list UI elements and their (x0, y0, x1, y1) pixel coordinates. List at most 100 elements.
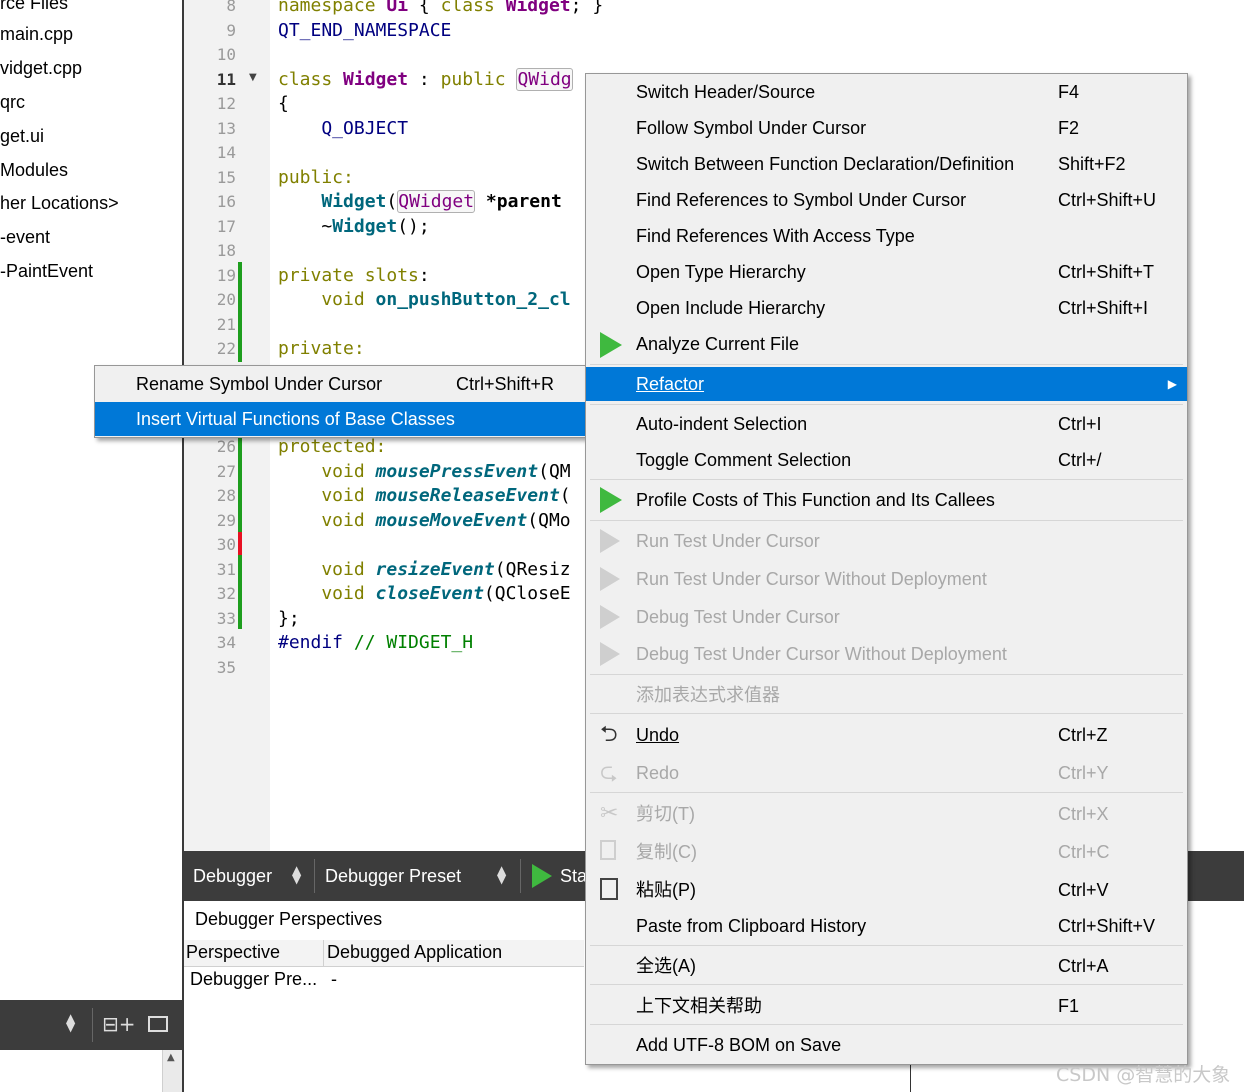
menu-item-copy[interactable]: 复制(C) Ctrl+C (586, 834, 1187, 870)
debugger-preset-select[interactable]: Debugger Preset (325, 851, 461, 901)
run-icon (600, 529, 620, 553)
menu-item-shortcut: Ctrl+Y (1058, 763, 1109, 783)
menu-item-toggle-comment[interactable]: Toggle Comment Selection Ctrl+/ (586, 442, 1187, 478)
line-number: 21 (216, 315, 236, 334)
line-number: 27 (216, 462, 236, 481)
column-header-perspective[interactable]: Perspective (186, 942, 280, 963)
token: Widget (343, 69, 409, 90)
updown-icon[interactable]: ▲ ▼ (66, 1012, 75, 1033)
token: : (408, 69, 441, 90)
close-pane-icon[interactable] (148, 1016, 168, 1032)
token: class (278, 69, 344, 90)
submenu-arrow-icon: ▶ (1167, 377, 1177, 391)
code-line: void on_pushButton_2_cl (278, 288, 570, 312)
menu-item-add-expression-evaluator[interactable]: 添加表达式求值器 (586, 677, 1187, 713)
menu-item-undo[interactable]: ⮌ Undo Ctrl+Z (586, 717, 1187, 753)
menu-item-follow-symbol[interactable]: Follow Symbol Under Cursor F2 (586, 110, 1187, 146)
menu-separator (590, 984, 1183, 985)
menu-item-paste[interactable]: 粘贴(P) Ctrl+V (586, 872, 1187, 908)
menu-item-label: Open Include Hierarchy (636, 298, 826, 318)
paste-icon (600, 878, 618, 900)
change-marker (238, 436, 242, 532)
tree-item-widget-ui[interactable]: get.ui (0, 121, 44, 151)
tree-item-modules[interactable]: Modules (0, 155, 68, 185)
tree-item-main-cpp[interactable]: main.cpp (0, 19, 73, 49)
menu-item-find-references[interactable]: Find References to Symbol Under Cursor Ct… (586, 182, 1187, 218)
start-debug-icon[interactable] (532, 864, 552, 888)
tree-item-paintevent[interactable]: -PaintEvent (0, 256, 93, 286)
scrollbar[interactable]: ▲ (162, 1050, 183, 1092)
menu-item-label: Auto-indent Selection (636, 414, 808, 434)
token: Widget (321, 191, 387, 212)
change-marker (238, 262, 242, 362)
menu-item-shortcut: Ctrl+V (1058, 880, 1109, 900)
token: class (440, 0, 506, 16)
token: // WIDGET_H (343, 632, 474, 653)
updown-icon[interactable]: ▲ ▼ (497, 864, 506, 885)
menu-item-debug-test-no-deploy[interactable]: Debug Test Under Cursor Without Deployme… (586, 636, 1187, 672)
table-row-perspective[interactable]: Debugger Pre... (190, 969, 317, 990)
menu-item-label: Switch Between Function Declaration/Defi… (636, 154, 1015, 174)
menu-item-shortcut: Ctrl+Shift+T (1058, 262, 1155, 282)
updown-icon[interactable]: ▲ ▼ (292, 864, 301, 885)
menu-item-run-test-no-deploy[interactable]: Run Test Under Cursor Without Deployment (586, 561, 1187, 597)
menu-item-profile-costs[interactable]: Profile Costs of This Function and Its C… (586, 481, 1187, 519)
token: (QResiz (494, 559, 571, 580)
menu-item-add-utf8-bom[interactable]: Add UTF-8 BOM on Save (586, 1027, 1187, 1063)
menu-item-rename-symbol[interactable]: Rename Symbol Under Cursor Ctrl+Shift+R (95, 367, 585, 401)
menu-item-debug-test[interactable]: Debug Test Under Cursor (586, 599, 1187, 635)
menu-item-context-help[interactable]: 上下文相关帮助 F1 (586, 988, 1187, 1024)
code-line: Q_OBJECT (278, 118, 409, 139)
undo-icon: ⮌ (600, 721, 618, 746)
fold-arrow-icon[interactable]: ▼ (249, 72, 257, 83)
line-number: 16 (216, 192, 236, 211)
line-number: 10 (216, 45, 236, 64)
copy-icon (600, 840, 616, 860)
analyze-icon (600, 332, 622, 358)
menu-item-open-type-hierarchy[interactable]: Open Type Hierarchy Ctrl+Shift+T (586, 254, 1187, 290)
editor-context-menu: Switch Header/Source F4 Follow Symbol Und… (585, 73, 1188, 1065)
menu-item-shortcut: Ctrl+X (1058, 804, 1109, 824)
line-number: 12 (216, 94, 236, 113)
line-number-current: 11 (216, 70, 236, 89)
line-number: 8 (226, 0, 236, 15)
debugger-mode-select[interactable]: Debugger (193, 851, 272, 901)
menu-item-open-include-hierarchy[interactable]: Open Include Hierarchy Ctrl+Shift+I (586, 290, 1187, 326)
menu-item-label: Find References to Symbol Under Cursor (636, 190, 967, 210)
tree-item[interactable]: rce Files (0, 0, 68, 18)
code-line: }; (278, 608, 300, 629)
menu-item-shortcut: F1 (1058, 996, 1080, 1016)
menu-item-label: Toggle Comment Selection (636, 450, 852, 470)
menu-item-shortcut: Ctrl+I (1058, 414, 1102, 434)
menu-item-label: 上下文相关帮助 (636, 996, 762, 1016)
menu-item-run-test[interactable]: Run Test Under Cursor (586, 523, 1187, 559)
tree-item-other-locations[interactable]: her Locations> (0, 188, 119, 218)
menu-item-cut[interactable]: ✂ 剪切(T) Ctrl+X (586, 796, 1187, 832)
column-header-application[interactable]: Debugged Application (327, 942, 502, 963)
menu-item-label: Run Test Under Cursor (636, 531, 820, 551)
code-line: protected: (278, 436, 387, 457)
tree-item-qrc[interactable]: qrc (0, 87, 25, 117)
menu-item-paste-history[interactable]: Paste from Clipboard History Ctrl+Shift+… (586, 908, 1187, 944)
menu-separator (590, 945, 1183, 946)
token-highlight: QWidg (516, 68, 573, 91)
split-add-icon[interactable]: ⊟+ (102, 1012, 136, 1036)
menu-item-select-all[interactable]: 全选(A) Ctrl+A (586, 948, 1187, 984)
menu-item-shortcut: Ctrl+C (1058, 842, 1110, 862)
start-debug-button[interactable]: Sta (560, 851, 587, 901)
scroll-up-icon[interactable]: ▲ (167, 1052, 175, 1063)
tree-item-widget-cpp[interactable]: vidget.cpp (0, 53, 82, 83)
menu-item-find-references-access[interactable]: Find References With Access Type (586, 218, 1187, 254)
menu-item-shortcut: Ctrl+Shift+U (1058, 190, 1157, 210)
menu-item-analyze-current-file[interactable]: Analyze Current File (586, 326, 1187, 362)
menu-item-insert-virtual-functions[interactable]: Insert Virtual Functions of Base Classes (95, 402, 585, 436)
menu-item-refactor[interactable]: Refactor ▶ (586, 367, 1187, 401)
menu-item-redo[interactable]: ⮎ Redo Ctrl+Y (586, 755, 1187, 791)
menu-item-switch-decl-def[interactable]: Switch Between Function Declaration/Defi… (586, 146, 1187, 182)
divider (92, 1008, 93, 1042)
code-line: void closeEvent(QCloseE (278, 582, 570, 606)
code-line: Widget(QWidget *parent (278, 190, 562, 214)
menu-item-switch-header-source[interactable]: Switch Header/Source F4 (586, 74, 1187, 110)
menu-item-auto-indent[interactable]: Auto-indent Selection Ctrl+I (586, 406, 1187, 442)
tree-item-event[interactable]: -event (0, 222, 50, 252)
